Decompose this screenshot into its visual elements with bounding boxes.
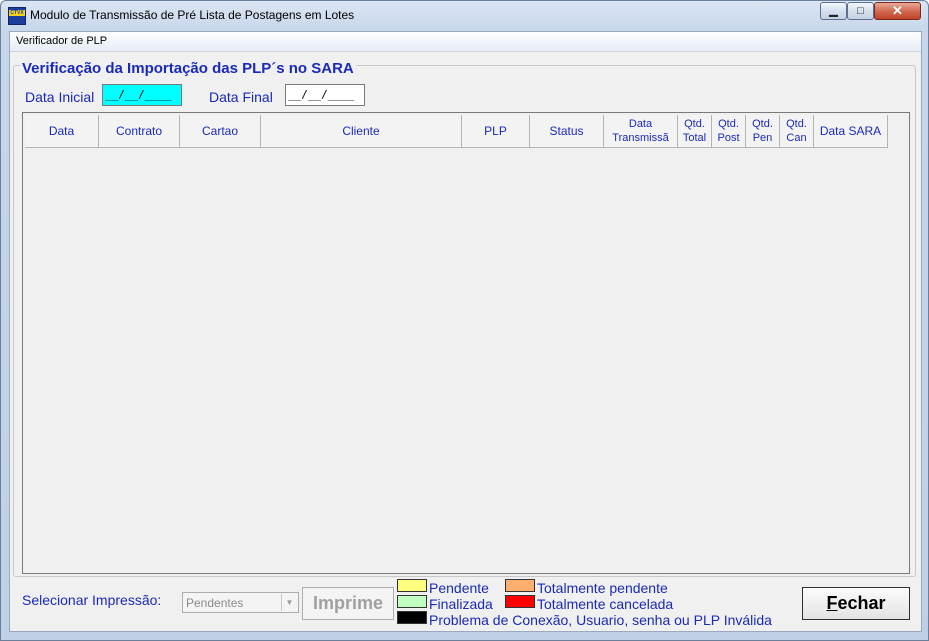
fechar-mnemonic: F (826, 593, 838, 613)
data-final-label: Data Final (209, 89, 273, 105)
minimize-button[interactable]: ▁ (820, 2, 847, 20)
col-header-contrato[interactable]: Contrato (99, 115, 180, 148)
group-title: Verificação da Importação das PLP´s no S… (20, 60, 356, 77)
menu-bar: Verificador de PLP (10, 32, 921, 52)
legend-label-totalmente-pendente: Totalmente pendente (537, 580, 668, 596)
data-final-field[interactable]: __/__/____ (285, 84, 365, 106)
data-inicial-field[interactable]: __/__/____ (102, 84, 182, 106)
client-area: Verificador de PLP Verificação da Import… (9, 31, 922, 632)
minimize-icon: ▁ (829, 5, 838, 17)
app-window: CTVX Modulo de Transmissão de Pré Lista … (0, 0, 929, 641)
maximize-button[interactable]: □ (847, 2, 874, 20)
col-header-data-sara[interactable]: Data SARA (814, 115, 888, 148)
menu-item-verificador[interactable]: Verificador de PLP (16, 35, 107, 47)
legend-label-totalmente-cancelada: Totalmente cancelada (537, 596, 674, 612)
legend-swatch-problema (397, 611, 427, 624)
col-header-cliente[interactable]: Cliente (261, 115, 462, 148)
col-header-cartao[interactable]: Cartao (180, 115, 261, 148)
close-icon: ✕ (892, 3, 903, 18)
col-header-plp[interactable]: PLP (462, 115, 530, 148)
close-button[interactable]: ✕ (874, 2, 921, 20)
app-icon: CTVX (8, 7, 26, 25)
plp-grid[interactable]: Data Contrato Cartao Cliente PLP Status … (22, 112, 910, 574)
legend-swatch-finalizada (397, 595, 427, 608)
col-header-qtd-total[interactable]: Qtd. Total (678, 115, 712, 148)
col-header-qtd-post[interactable]: Qtd. Post (712, 115, 746, 148)
impressao-select-value: Pendentes (186, 596, 244, 610)
imprime-button[interactable]: Imprime (302, 587, 394, 620)
maximize-icon: □ (857, 5, 864, 17)
col-header-qtd-pen[interactable]: Qtd. Pen (746, 115, 780, 148)
title-bar[interactable]: CTVX Modulo de Transmissão de Pré Lista … (1, 1, 928, 29)
col-header-status[interactable]: Status (530, 115, 604, 148)
legend-label-pendente: Pendente (429, 580, 489, 596)
data-inicial-label: Data Inicial (25, 89, 95, 105)
col-header-qtd-can[interactable]: Qtd. Can (780, 115, 814, 148)
fechar-button[interactable]: Fechar (802, 587, 910, 620)
legend-swatch-totalmente-pendente (505, 579, 535, 592)
selecionar-impressao-label: Selecionar Impressão: (22, 592, 162, 608)
legend-swatch-totalmente-cancelada (505, 595, 535, 608)
impressao-select[interactable]: Pendentes ▼ (182, 592, 299, 613)
window-title: Modulo de Transmissão de Pré Lista de Po… (30, 8, 355, 22)
legend-swatch-pendente (397, 579, 427, 592)
col-header-data[interactable]: Data (25, 115, 99, 148)
col-header-data-transmissao[interactable]: Data Transmissã (604, 115, 678, 148)
legend-label-problema: Problema de Conexão, Usuario, senha ou P… (429, 612, 772, 628)
chevron-down-icon[interactable]: ▼ (281, 594, 297, 611)
fechar-rest: echar (837, 593, 886, 613)
legend-label-finalizada: Finalizada (429, 596, 493, 612)
